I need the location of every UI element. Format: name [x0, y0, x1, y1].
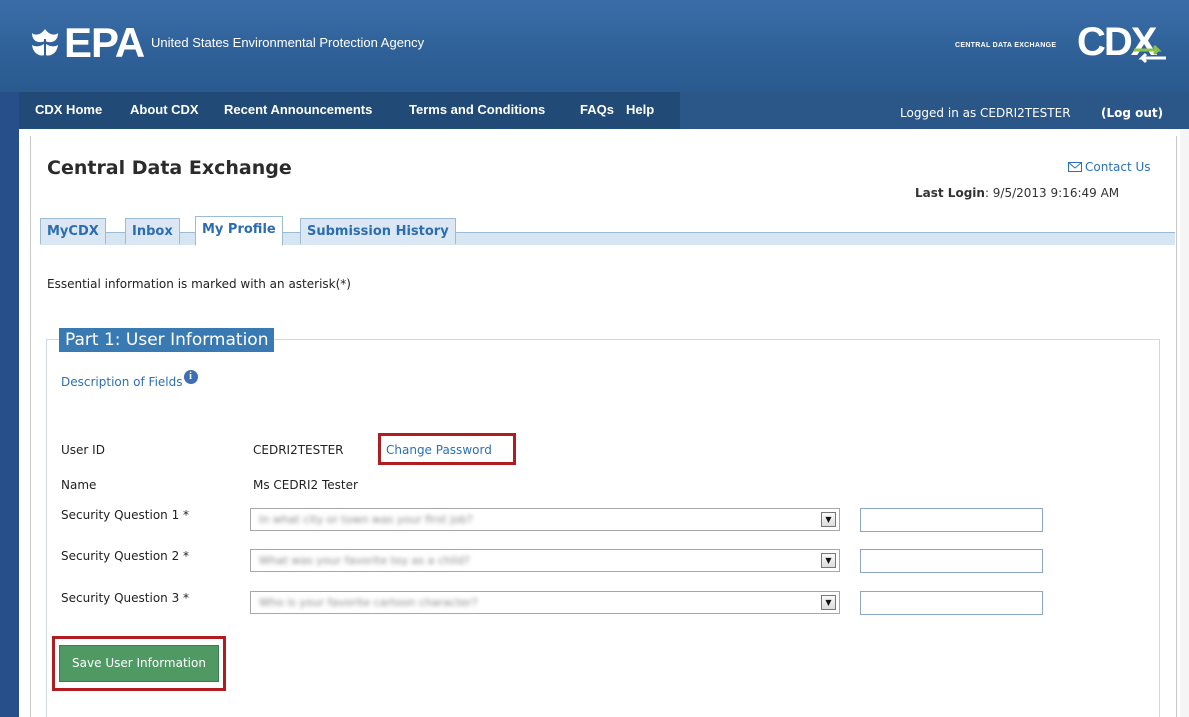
nav-terms-and-conditions[interactable]: Terms and Conditions: [409, 102, 545, 117]
nav-about-cdx[interactable]: About CDX: [130, 102, 199, 117]
logged-in-status: Logged in as CEDRI2TESTER: [900, 106, 1071, 120]
save-user-information-button[interactable]: Save User Information: [59, 645, 219, 682]
nav-cdx-home[interactable]: CDX Home: [35, 102, 102, 117]
dropdown-arrow-icon[interactable]: ▼: [821, 553, 836, 568]
security-question-3-label: Security Question 3 *: [61, 591, 190, 605]
last-login: Last Login: 9/5/2013 9:16:49 AM: [915, 186, 1119, 200]
description-of-fields-link[interactable]: Description of Fields i: [61, 370, 198, 389]
cdx-arrow-icon: [1134, 44, 1166, 64]
contact-us-link[interactable]: Contact Us: [1068, 160, 1151, 174]
epa-logo[interactable]: EPA: [30, 19, 145, 66]
page-right-border: [1180, 129, 1189, 717]
security-question-1-select[interactable]: In what city or town was your first job?…: [250, 508, 840, 531]
security-question-3-selected: Who is your favorite cartoon character?: [259, 596, 478, 609]
security-answer-2-field[interactable]: [860, 549, 1043, 573]
security-answer-1-field[interactable]: [860, 508, 1043, 532]
security-question-1-label: Security Question 1 *: [61, 508, 190, 522]
nav-help[interactable]: Help: [626, 102, 654, 117]
security-question-2-selected: What was your favorite toy as a child?: [259, 554, 470, 567]
tab-my-profile[interactable]: My Profile: [195, 216, 283, 246]
name-value: Ms CEDRI2 Tester: [253, 478, 358, 492]
logout-link[interactable]: (Log out): [1101, 106, 1163, 120]
nav-recent-announcements[interactable]: Recent Announcements: [224, 102, 372, 117]
dropdown-arrow-icon[interactable]: ▼: [821, 595, 836, 610]
name-label: Name: [61, 478, 97, 492]
cdx-tagline: CENTRAL DATA EXCHANGE: [955, 42, 1057, 49]
security-question-1-selected: In what city or town was your first job?: [259, 513, 473, 526]
tab-inbox[interactable]: Inbox: [125, 218, 180, 244]
tab-mycdx[interactable]: MyCDX: [40, 218, 106, 244]
tab-submission-history[interactable]: Submission History: [300, 218, 456, 244]
user-id-label: User ID: [61, 443, 105, 457]
epa-flower-icon: [32, 29, 58, 57]
contact-us-label: Contact Us: [1085, 160, 1151, 174]
description-of-fields-label: Description of Fields: [61, 375, 183, 389]
epa-wordmark: EPA: [64, 19, 145, 66]
essential-note: Essential information is marked with an …: [47, 277, 351, 291]
info-icon: i: [183, 370, 198, 384]
security-question-2-select[interactable]: What was your favorite toy as a child? ▼: [250, 549, 840, 572]
envelope-icon: [1068, 162, 1082, 172]
dropdown-arrow-icon[interactable]: ▼: [821, 512, 836, 527]
last-login-label: Last Login: [915, 186, 985, 200]
last-login-value: : 9/5/2013 9:16:49 AM: [984, 186, 1120, 200]
page-left-border: [0, 92, 19, 717]
security-question-2-label: Security Question 2 *: [61, 549, 190, 563]
fieldset-legend: Part 1: User Information: [59, 328, 275, 352]
page-title: Central Data Exchange: [47, 157, 292, 179]
security-answer-3-field[interactable]: [860, 591, 1043, 615]
nav-faqs[interactable]: FAQs: [580, 102, 614, 117]
security-question-3-select[interactable]: Who is your favorite cartoon character? …: [250, 591, 840, 614]
user-id-value: CEDRI2TESTER: [253, 443, 344, 457]
change-password-link[interactable]: Change Password: [386, 443, 492, 457]
agency-name: United States Environmental Protection A…: [151, 35, 425, 50]
